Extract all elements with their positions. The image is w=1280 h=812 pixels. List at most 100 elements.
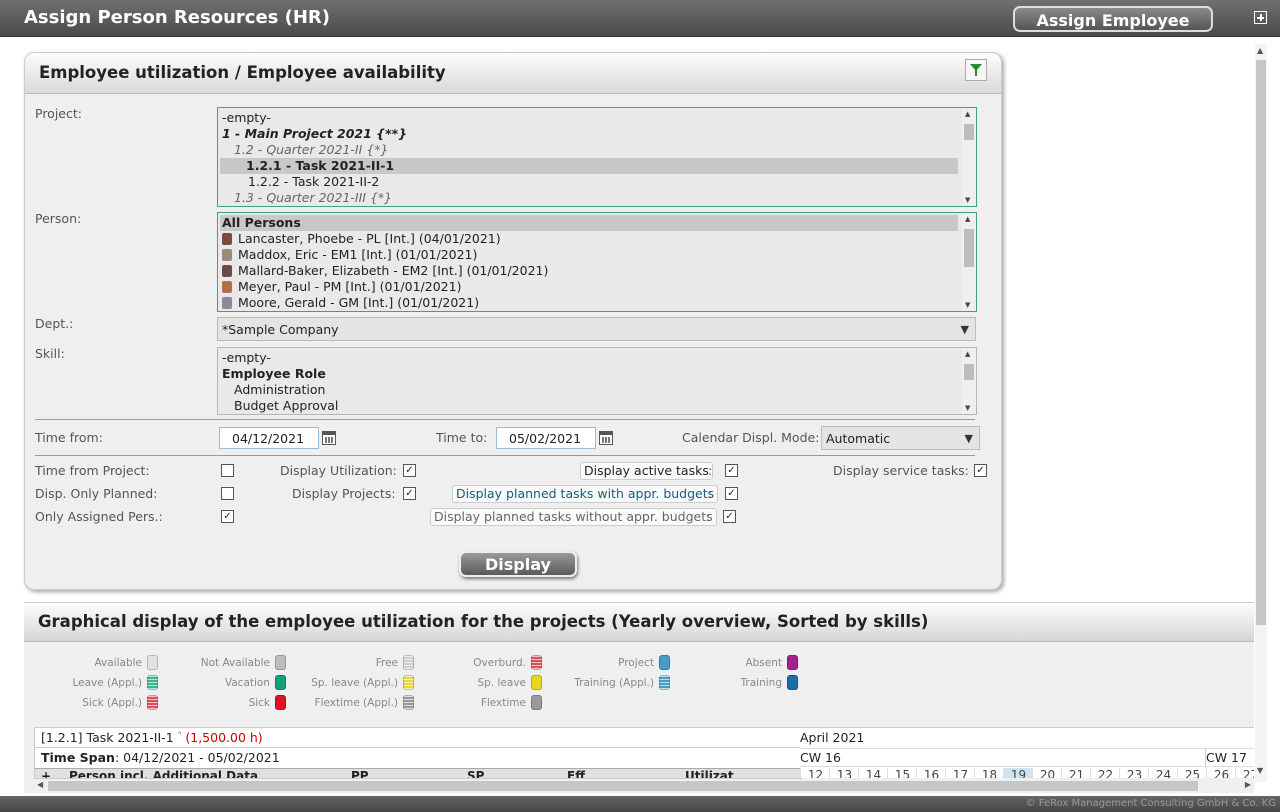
- display-planned-with-budget-checkbox[interactable]: ✓: [725, 487, 738, 500]
- time-span-value: : 04/12/2021 - 05/02/2021: [114, 750, 280, 765]
- avatar: [222, 297, 232, 309]
- calendar-day: 14: [858, 768, 888, 778]
- dept-select[interactable]: *Sample Company ▼: [217, 317, 976, 341]
- display-active-tasks-link[interactable]: Display active tasks: [580, 462, 713, 480]
- scroll-up-icon[interactable]: ▲: [965, 110, 970, 118]
- divider: [800, 766, 1254, 767]
- scroll-up-icon[interactable]: ▲: [965, 350, 970, 358]
- person-option[interactable]: Meyer, Paul - PM [Int.] (01/01/2021): [222, 279, 461, 295]
- calendar-week: CW 17: [1206, 750, 1247, 765]
- project-option[interactable]: 1.3 - Quarter 2021-III {*}: [234, 190, 392, 206]
- person-listbox-scrollbar[interactable]: ▲ ▼: [962, 213, 976, 311]
- skill-option[interactable]: Budget Approval: [234, 398, 338, 414]
- person-option[interactable]: Moore, Gerald - GM [Int.] (01/01/2021): [222, 295, 479, 311]
- scroll-down-icon[interactable]: ▼: [965, 301, 970, 309]
- project-option[interactable]: 1 - Main Project 2021 {**}: [222, 126, 407, 142]
- skill-option[interactable]: -empty-: [222, 350, 271, 366]
- scrollbar-thumb[interactable]: [964, 124, 974, 140]
- person-label: Person:: [35, 211, 82, 226]
- column-header-person[interactable]: Person incl. Additional Data: [69, 769, 258, 778]
- person-option-selected[interactable]: All Persons: [220, 215, 958, 231]
- legend-swatch: [275, 655, 286, 670]
- calendar-day: 12: [800, 768, 830, 778]
- scroll-down-icon[interactable]: ▼: [965, 404, 970, 412]
- scroll-up-icon[interactable]: ▲: [965, 215, 970, 223]
- assign-employee-button[interactable]: Assign Employee: [1013, 6, 1213, 32]
- project-option-selected[interactable]: 1.2.1 - Task 2021-II-1: [220, 158, 958, 174]
- person-option[interactable]: Maddox, Eric - EM1 [Int.] (01/01/2021): [222, 247, 477, 263]
- time-span-row: Time Span: 04/12/2021 - 05/02/2021: [41, 750, 280, 765]
- display-utilization-checkbox[interactable]: ✓: [403, 464, 416, 477]
- scrollbar-thumb[interactable]: [48, 781, 1198, 791]
- display-service-tasks-checkbox[interactable]: ✓: [974, 464, 987, 477]
- time-from-project-checkbox[interactable]: [221, 464, 234, 477]
- calendar-day: 17: [945, 768, 975, 778]
- scroll-up-icon[interactable]: ▲: [1257, 46, 1263, 55]
- page-scrollbar[interactable]: ▲ ▼: [1255, 44, 1267, 782]
- scroll-down-icon[interactable]: ▼: [965, 196, 970, 204]
- calendar-header: April 2021 CW 16 CW 17 12 13 14 15 16 17 18 19 2…: [800, 727, 1254, 778]
- utilization-table: [1.2.1] Task 2021-II-1 ⌝ (1,500.00 h) Ti…: [34, 727, 802, 779]
- project-option[interactable]: 1.2 - Quarter 2021-II {*}: [234, 142, 388, 158]
- external-link-icon[interactable]: ⌝: [178, 731, 182, 740]
- display-planned-without-budget-link[interactable]: Display planned tasks without appr. budg…: [430, 508, 717, 526]
- footer: © FeRox Management Consulting GmbH & Co.…: [0, 796, 1280, 812]
- calendar-day: 19: [1003, 768, 1033, 778]
- column-header-sp[interactable]: SP: [467, 769, 484, 778]
- avatar: [222, 233, 232, 245]
- calendar-day: 24: [1148, 768, 1178, 778]
- display-projects-checkbox[interactable]: ✓: [403, 487, 416, 500]
- person-option[interactable]: Lancaster, Phoebe - PL [Int.] (04/01/202…: [222, 231, 501, 247]
- skill-listbox[interactable]: -empty- Employee Role Administration Bud…: [217, 347, 977, 415]
- column-header-pp[interactable]: PP: [351, 769, 369, 778]
- disp-only-planned-checkbox[interactable]: [221, 487, 234, 500]
- chevron-down-icon: ▼: [964, 432, 973, 445]
- column-header-utilization[interactable]: Utilizat: [685, 769, 734, 778]
- time-from-label: Time from:: [35, 430, 103, 445]
- filter-icon[interactable]: [965, 59, 987, 81]
- person-option[interactable]: Mallard-Baker, Elizabeth - EM2 [Int.] (0…: [222, 263, 548, 279]
- title-bar: Assign Person Resources (HR) Assign Empl…: [0, 0, 1280, 37]
- legend-swatch: [787, 675, 798, 690]
- time-from-input[interactable]: 04/12/2021: [219, 427, 319, 449]
- person-listbox[interactable]: All Persons Lancaster, Phoebe - PL [Int.…: [217, 212, 977, 312]
- colon: :: [706, 509, 711, 524]
- project-option[interactable]: 1.2.2 - Task 2021-II-2: [248, 174, 379, 190]
- display-planned-with-budget-link[interactable]: Display planned tasks with appr. budgets: [452, 485, 719, 503]
- display-planned-without-budget-checkbox[interactable]: ✓: [723, 510, 736, 523]
- scroll-left-icon[interactable]: ◀: [37, 780, 43, 789]
- project-option[interactable]: -empty-: [222, 110, 271, 126]
- skill-listbox-scrollbar[interactable]: ▲ ▼: [962, 348, 976, 414]
- skill-option[interactable]: Administration: [234, 382, 325, 398]
- calendar-icon[interactable]: [599, 431, 613, 445]
- legend-swatch: [531, 655, 542, 670]
- project-listbox-scrollbar[interactable]: ▲ ▼: [962, 108, 976, 206]
- legend-label: Leave (Appl.): [72, 677, 142, 689]
- graph-panel-title: Graphical display of the employee utiliz…: [38, 612, 929, 631]
- column-header-eff[interactable]: Eff: [567, 769, 585, 778]
- colon: :: [708, 486, 713, 501]
- task-name: [1.2.1] Task 2021-II-1: [41, 730, 174, 745]
- legend-swatch: [147, 675, 158, 690]
- legend-label: Not Available: [200, 657, 270, 669]
- project-listbox[interactable]: -empty- 1 - Main Project 2021 {**} 1.2 -…: [217, 107, 977, 207]
- scroll-right-icon[interactable]: ▶: [1245, 780, 1251, 789]
- display-button[interactable]: Display: [459, 551, 577, 577]
- expand-all-button[interactable]: +: [41, 769, 51, 778]
- maximize-icon[interactable]: [1254, 11, 1267, 24]
- time-to-input[interactable]: 05/02/2021: [496, 427, 596, 449]
- scroll-down-icon[interactable]: ▼: [1257, 766, 1263, 775]
- calendar-mode-value: Automatic: [826, 431, 891, 446]
- skill-option[interactable]: Employee Role: [222, 366, 326, 382]
- display-active-tasks-checkbox[interactable]: ✓: [725, 464, 738, 477]
- scrollbar-thumb[interactable]: [964, 229, 974, 267]
- legend-label: Training (Appl.): [574, 677, 654, 689]
- table-horizontal-scrollbar[interactable]: ◀ ▶: [34, 780, 1254, 792]
- scrollbar-thumb[interactable]: [964, 364, 974, 380]
- scrollbar-thumb[interactable]: [1256, 60, 1266, 625]
- filter-panel-title: Employee utilization / Employee availabi…: [39, 63, 446, 82]
- calendar-icon[interactable]: [322, 431, 336, 445]
- divider: [35, 455, 975, 456]
- only-assigned-checkbox[interactable]: ✓: [221, 510, 234, 523]
- calendar-mode-select[interactable]: Automatic ▼: [821, 426, 980, 450]
